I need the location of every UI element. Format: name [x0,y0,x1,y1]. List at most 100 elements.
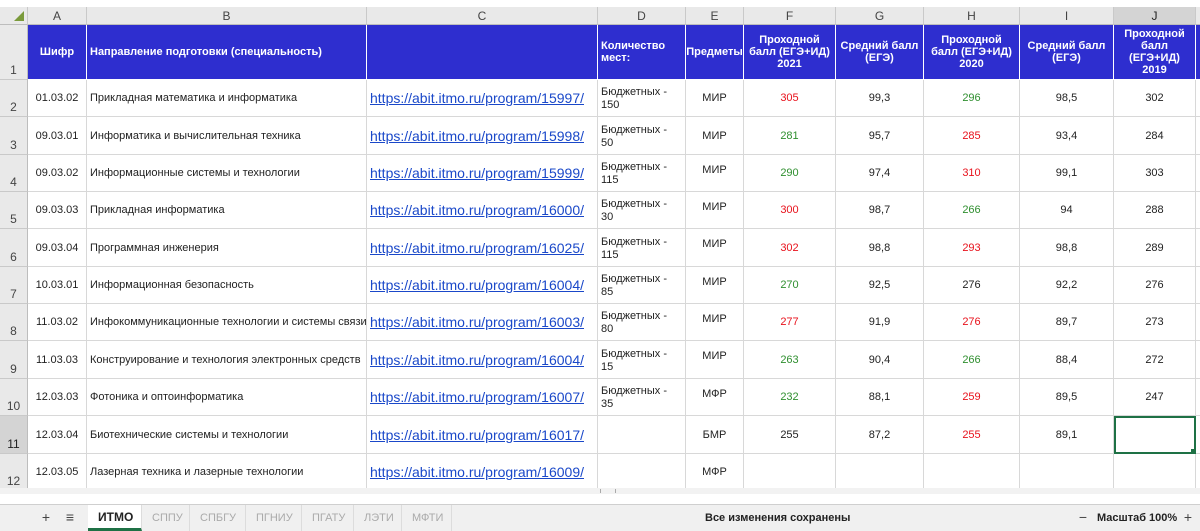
sheet-tab-5[interactable]: ПГАТУ [302,505,354,531]
cell-overflow[interactable] [1196,155,1200,192]
cell-code[interactable]: 12.03.04 [28,416,87,454]
cell-places[interactable]: Бюджетных - 50 [598,117,686,155]
cell-pass2020[interactable]: 276 [924,267,1020,304]
cell-overflow[interactable] [1196,80,1200,117]
cell-code[interactable]: 09.03.03 [28,192,87,229]
cell-avg2021[interactable]: 92,5 [836,267,924,304]
sheet-tab-3[interactable]: СПБГУ [190,505,246,531]
sheet-tab-6[interactable]: ЛЭТИ [354,505,402,531]
cell-pass2019[interactable]: 302 [1114,80,1196,117]
cell-pass2020[interactable]: 285 [924,117,1020,155]
column-header-k[interactable] [1196,7,1200,25]
row-header-2[interactable]: 2 [0,80,28,117]
cell-link[interactable]: https://abit.itmo.ru/program/16000/ [367,192,598,229]
cell-subjects[interactable]: МИР [686,341,744,379]
cell-avg2020[interactable]: 98,5 [1020,80,1114,117]
cell-pass2020[interactable]: 276 [924,304,1020,341]
cell-places[interactable]: Бюджетных - 115 [598,229,686,267]
cell-overflow[interactable] [1196,267,1200,304]
column-header-b[interactable]: B [87,7,367,25]
cell-places[interactable] [598,416,686,454]
cell-direction[interactable]: Информатика и вычислительная техника [87,117,367,155]
column-header-h[interactable]: H [924,7,1020,25]
program-link[interactable]: https://abit.itmo.ru/program/16007/ [370,389,584,405]
cell-pass2020[interactable]: 259 [924,379,1020,416]
cell-pass2019[interactable] [1114,416,1196,454]
row-header-7[interactable]: 7 [0,267,28,304]
cell-overflow[interactable] [1196,192,1200,229]
cell-pass2019[interactable]: 273 [1114,304,1196,341]
cell-link[interactable]: https://abit.itmo.ru/program/15999/ [367,155,598,192]
cell-pass2020[interactable]: 296 [924,80,1020,117]
row-header-12[interactable]: 12 [0,454,28,488]
column-header-a[interactable]: A [28,7,87,25]
select-all-corner[interactable] [0,7,28,25]
column-header-c[interactable]: C [367,7,598,25]
column-header-j[interactable]: J [1114,7,1196,25]
cell-code[interactable]: 11.03.03 [28,341,87,379]
cell-direction[interactable]: Инфокоммуникационные технологии и систем… [87,304,367,341]
cell-pass2021[interactable]: 290 [744,155,836,192]
cell-pass2020[interactable]: 310 [924,155,1020,192]
header-cell-link[interactable] [367,25,598,80]
program-link[interactable]: https://abit.itmo.ru/program/16025/ [370,240,584,256]
cell-subjects[interactable]: МФР [686,454,744,488]
cell-avg2020[interactable]: 93,4 [1020,117,1114,155]
cell-link[interactable]: https://abit.itmo.ru/program/16017/ [367,416,598,454]
cell-pass2021[interactable]: 305 [744,80,836,117]
cell-pass2021[interactable]: 270 [744,267,836,304]
cell-pass2019[interactable]: 289 [1114,229,1196,267]
cell-pass2021[interactable]: 277 [744,304,836,341]
program-link[interactable]: https://abit.itmo.ru/program/16017/ [370,427,584,443]
cell-places[interactable] [598,454,686,488]
cell-avg2020[interactable]: 89,5 [1020,379,1114,416]
header-cell-direction[interactable]: Направление подготовки (специальность) [87,25,367,80]
program-link[interactable]: https://abit.itmo.ru/program/16004/ [370,352,584,368]
cell-overflow[interactable] [1196,341,1200,379]
cell-pass2020[interactable]: 266 [924,192,1020,229]
cell-pass2019[interactable]: 284 [1114,117,1196,155]
cell-direction[interactable]: Прикладная информатика [87,192,367,229]
program-link[interactable]: https://abit.itmo.ru/program/15999/ [370,165,584,181]
program-link[interactable]: https://abit.itmo.ru/program/16000/ [370,202,584,218]
cell-avg2020[interactable]: 89,1 [1020,416,1114,454]
cell-code[interactable]: 12.03.03 [28,379,87,416]
cell-pass2020[interactable]: 266 [924,341,1020,379]
sheet-tab-1[interactable]: ИТМО [88,505,142,531]
sheet-list-icon[interactable]: ≡ [62,509,78,525]
cell-pass2019[interactable]: 303 [1114,155,1196,192]
cell-pass2019[interactable]: 272 [1114,341,1196,379]
cell-link[interactable]: https://abit.itmo.ru/program/15997/ [367,80,598,117]
zoom-in-icon[interactable]: + [1180,509,1196,525]
cell-places[interactable]: Бюджетных - 15 [598,341,686,379]
cell-pass2019[interactable]: 247 [1114,379,1196,416]
cell-overflow[interactable] [1196,416,1200,454]
cell-pass2021[interactable]: 300 [744,192,836,229]
cell-avg2020[interactable]: 92,2 [1020,267,1114,304]
cell-places[interactable]: Бюджетных - 35 [598,379,686,416]
header-cell-pass2021[interactable]: Проходной балл (ЕГЭ+ИД) 2021 [744,25,836,80]
spreadsheet-grid[interactable]: A B C D E F G H I J 1 2 3 4 5 6 7 8 9 10 11 12 Шифр Направление… [0,0,1200,488]
cell-code[interactable]: 10.03.01 [28,267,87,304]
cell-avg2020[interactable]: 98,8 [1020,229,1114,267]
cell-code[interactable]: 01.03.02 [28,80,87,117]
program-link[interactable]: https://abit.itmo.ru/program/16003/ [370,314,584,330]
cell-subjects[interactable]: МИР [686,229,744,267]
cell-pass2020[interactable] [924,454,1020,488]
row-header-3[interactable]: 3 [0,117,28,155]
cell-avg2020[interactable]: 94 [1020,192,1114,229]
cell-pass2019[interactable]: 288 [1114,192,1196,229]
program-link[interactable]: https://abit.itmo.ru/program/15997/ [370,90,584,106]
program-link[interactable]: https://abit.itmo.ru/program/15998/ [370,128,584,144]
cell-avg2021[interactable]: 97,4 [836,155,924,192]
cell-avg2021[interactable]: 87,2 [836,416,924,454]
cell-places[interactable]: Бюджетных - 115 [598,155,686,192]
column-header-e[interactable]: E [686,7,744,25]
cell-avg2020[interactable]: 88,4 [1020,341,1114,379]
cell-direction[interactable]: Информационная безопасность [87,267,367,304]
add-sheet-icon[interactable]: + [38,509,54,525]
cell-places[interactable]: Бюджетных - 150 [598,80,686,117]
row-header-1[interactable]: 1 [0,25,28,80]
column-header-g[interactable]: G [836,7,924,25]
header-cell-code[interactable]: Шифр [28,25,87,80]
